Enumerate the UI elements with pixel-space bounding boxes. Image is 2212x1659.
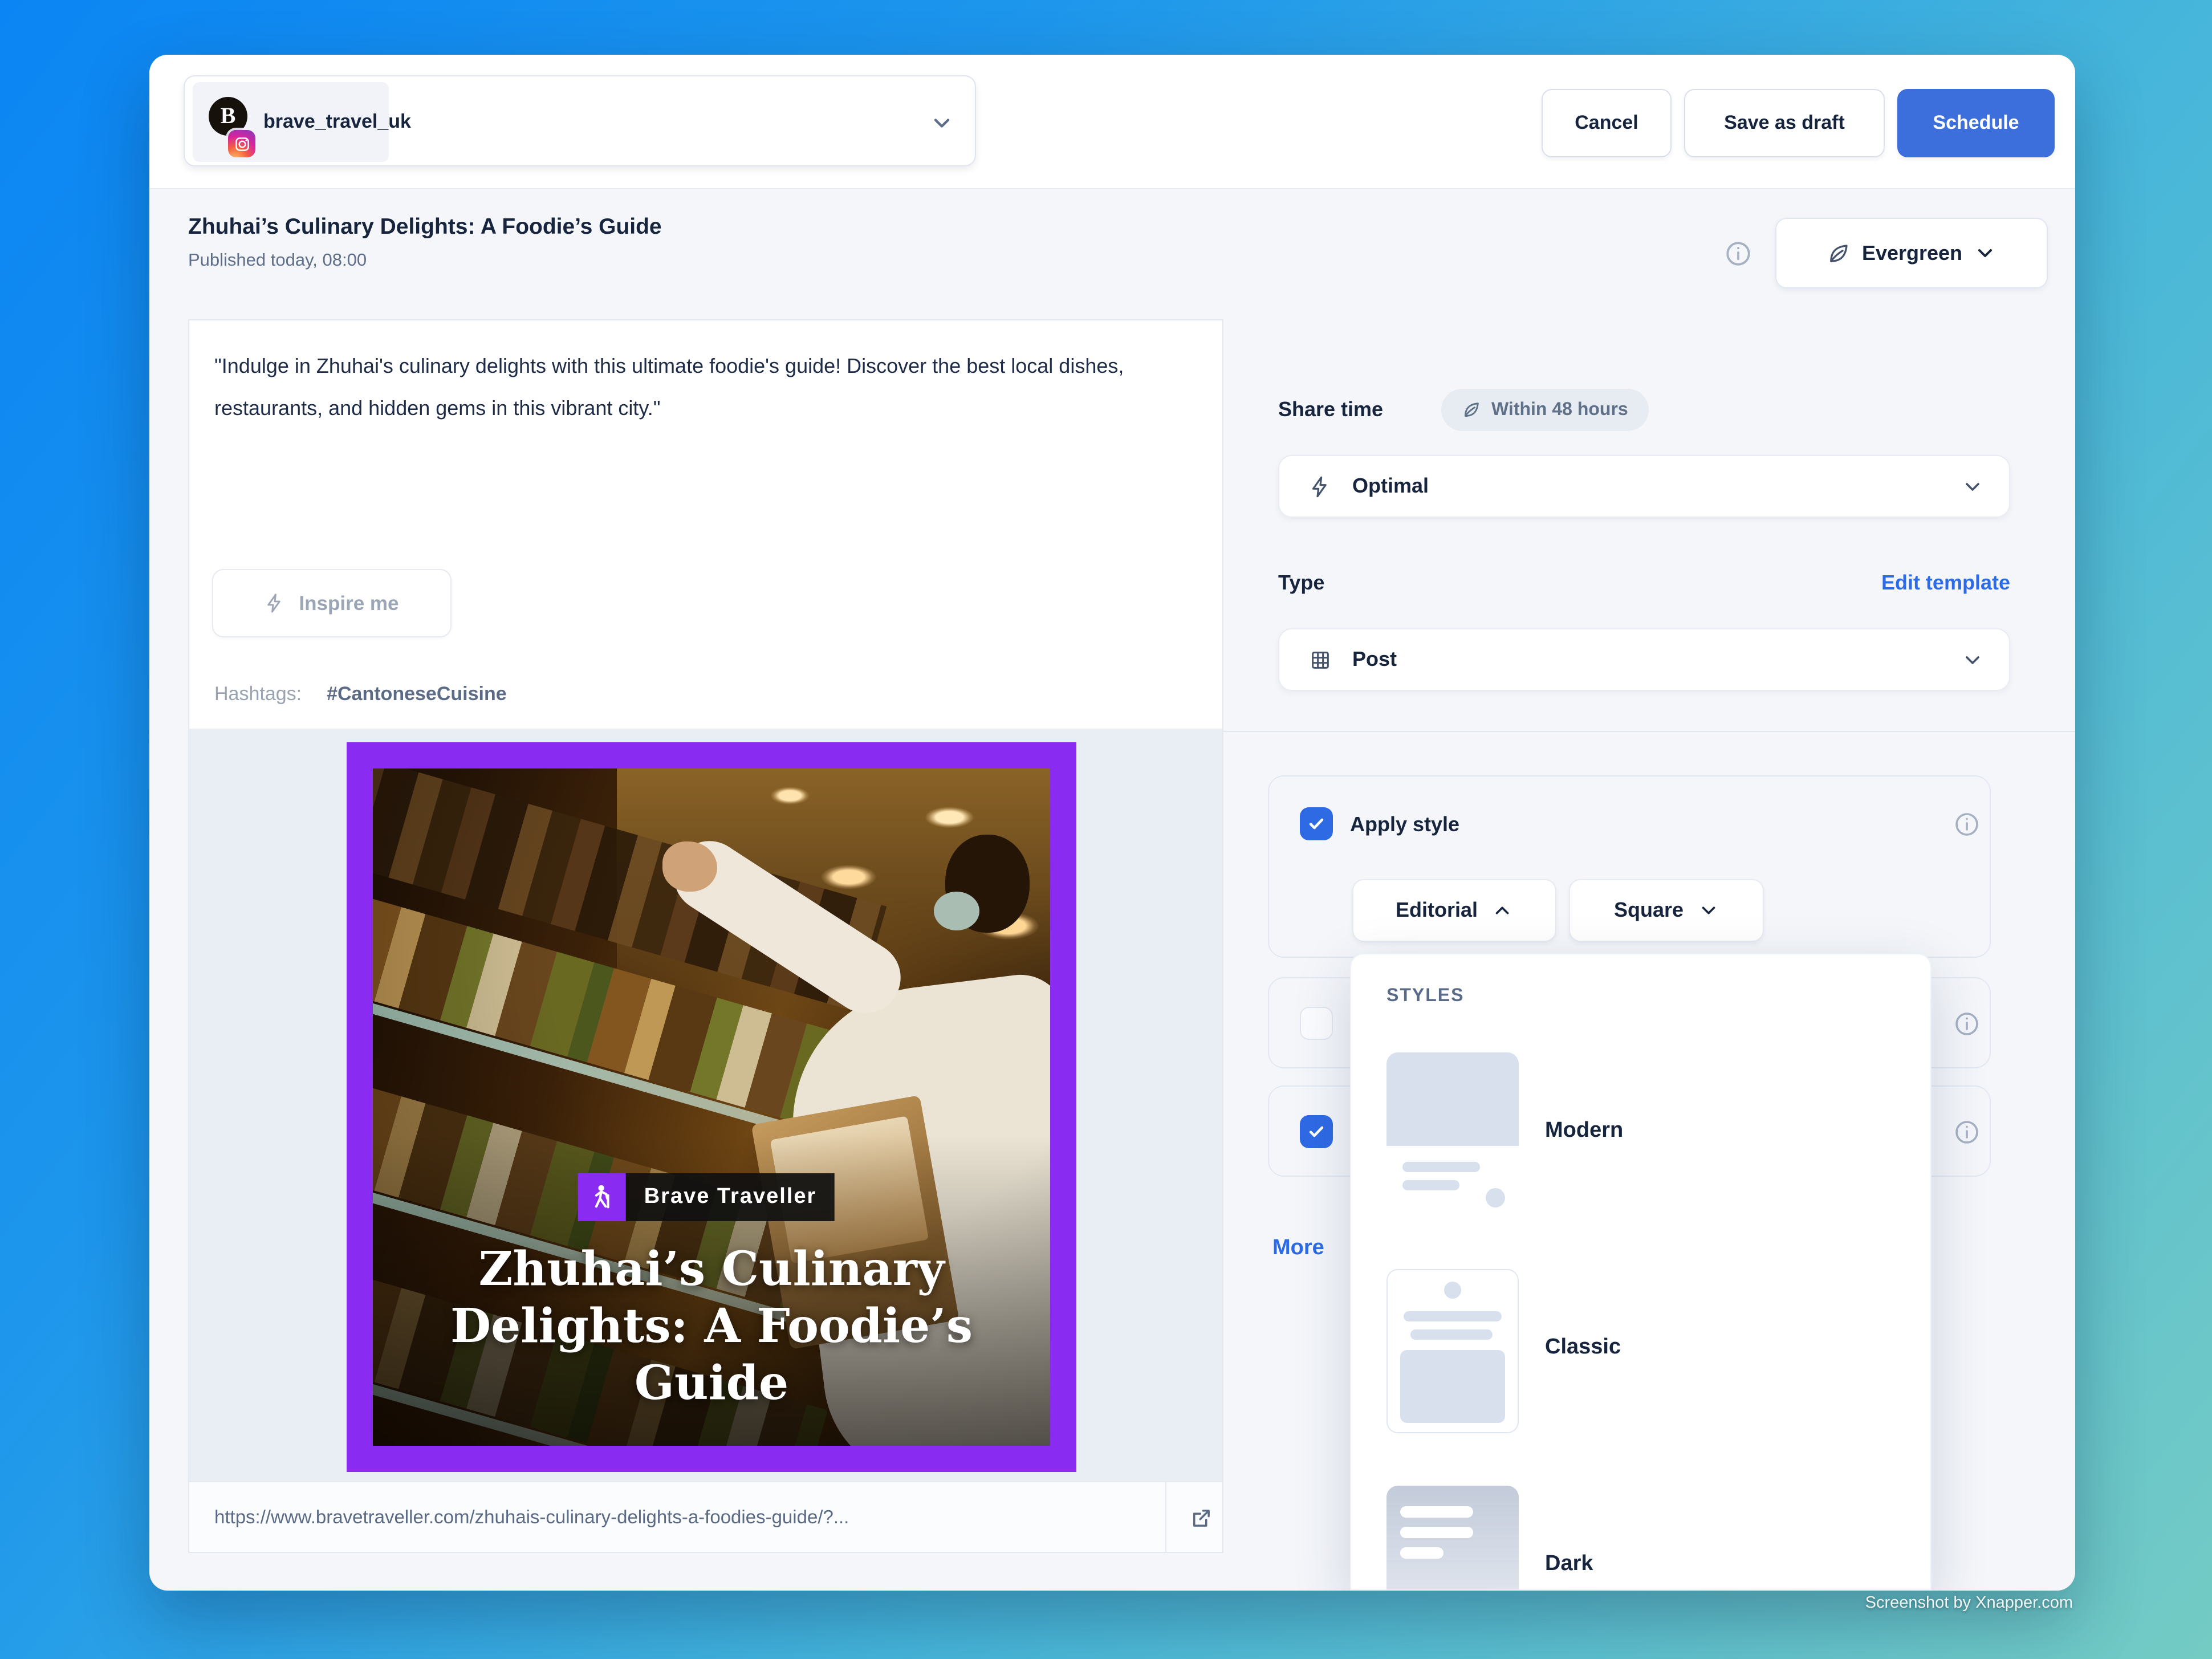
style-shape-dropdown[interactable]: Square — [1569, 879, 1764, 942]
chevron-down-icon — [1974, 242, 1997, 265]
info-icon[interactable] — [1953, 811, 1981, 838]
evergreen-label: Evergreen — [1862, 241, 1962, 265]
style-thumbnail — [1386, 1052, 1519, 1217]
info-icon[interactable] — [1953, 1119, 1981, 1146]
chevron-down-icon — [1961, 648, 1984, 671]
chevron-up-icon — [1491, 900, 1513, 921]
header-actions: Cancel Save as draft Schedule — [1542, 89, 2055, 157]
hashtag-value[interactable]: #CantoneseCuisine — [327, 683, 507, 706]
modal-header: B brave_travel_uk Cancel Save as draft — [149, 55, 2075, 189]
hiker-icon — [578, 1173, 626, 1221]
styles-heading: STYLES — [1386, 986, 1464, 1007]
chevron-down-icon — [1961, 475, 1984, 498]
caption-text[interactable]: "Indulge in Zhuhai's culinary delights w… — [214, 345, 1178, 430]
post-composer: "Indulge in Zhuhai's culinary delights w… — [188, 319, 1223, 1553]
type-label: Type — [1278, 571, 1324, 595]
post-url[interactable]: https://www.bravetraveller.com/zhuhais-c… — [214, 1482, 849, 1553]
style-option-classic[interactable]: Classic — [1351, 1269, 1930, 1486]
style-option-dark[interactable]: Dark — [1351, 1486, 1930, 1591]
info-icon[interactable] — [1953, 1010, 1981, 1038]
scheduler-modal: B brave_travel_uk Cancel Save as draft — [149, 55, 2075, 1591]
brand-badge-label: Brave Traveller — [626, 1173, 835, 1221]
lightning-icon — [265, 593, 285, 613]
watermark: Screenshot by Xnapper.com — [1865, 1594, 2073, 1612]
apply-style-card: Apply style Editorial Square — [1268, 775, 1991, 958]
hashtags-label: Hashtags: — [214, 683, 302, 706]
account-selector[interactable]: B brave_travel_uk — [184, 75, 976, 166]
hashtags-row: Hashtags: #CantoneseCuisine — [214, 683, 507, 706]
lightning-icon — [1309, 475, 1332, 498]
share-time-badge: Within 48 hours — [1441, 389, 1649, 431]
brand-badge: Brave Traveller — [578, 1173, 835, 1221]
check-icon — [1307, 814, 1326, 833]
divider — [1223, 731, 2075, 732]
type-dropdown[interactable]: Post — [1278, 628, 2010, 691]
image-preview-section: Brave Traveller Zhuhai’s Culinary Deligh… — [189, 729, 1222, 1483]
chevron-down-icon — [929, 111, 954, 136]
more-link[interactable]: More — [1272, 1236, 1324, 1261]
image-headline: Zhuhai’s Culinary Delights: A Foodie’s G… — [426, 1241, 997, 1412]
link-row: https://www.bravetraveller.com/zhuhais-c… — [189, 1481, 1222, 1552]
style-name-dropdown[interactable]: Editorial — [1352, 879, 1556, 942]
post-title: Zhuhai’s Culinary Delights: A Foodie’s G… — [188, 214, 662, 241]
style-option-modern[interactable]: Modern — [1351, 1052, 1930, 1269]
save-as-draft-button[interactable]: Save as draft — [1684, 89, 1885, 157]
account-chip: B brave_travel_uk — [193, 82, 389, 162]
schedule-button[interactable]: Schedule — [1897, 89, 2055, 157]
share-time-dropdown[interactable]: Optimal — [1278, 455, 2010, 518]
published-status: Published today, 08:00 — [188, 251, 367, 271]
share-time-label: Share time — [1278, 398, 1383, 422]
option-checkbox[interactable] — [1300, 1007, 1333, 1040]
leaf-icon — [1462, 400, 1481, 420]
desktop-background: B brave_travel_uk Cancel Save as draft — [0, 0, 2212, 1659]
grid-icon — [1309, 648, 1332, 671]
styles-popup: STYLES Modern Classic Dark — [1350, 953, 1932, 1591]
post-image[interactable]: Brave Traveller Zhuhai’s Culinary Deligh… — [347, 742, 1076, 1472]
external-link-icon[interactable] — [1177, 1482, 1225, 1553]
instagram-icon — [228, 130, 255, 157]
check-icon — [1307, 1122, 1326, 1141]
info-icon[interactable] — [1724, 239, 1752, 268]
cancel-button[interactable]: Cancel — [1542, 89, 1672, 157]
account-name: brave_travel_uk — [263, 82, 411, 162]
edit-template-link[interactable]: Edit template — [1881, 571, 2010, 595]
apply-style-checkbox[interactable] — [1300, 807, 1333, 840]
option-checkbox[interactable] — [1300, 1115, 1333, 1148]
apply-style-label: Apply style — [1350, 813, 1459, 837]
shop-photo: Brave Traveller Zhuhai’s Culinary Deligh… — [373, 768, 1050, 1446]
chevron-down-icon — [1697, 900, 1719, 921]
evergreen-dropdown[interactable]: Evergreen — [1775, 218, 2048, 288]
leaf-icon — [1827, 241, 1851, 265]
style-thumbnail — [1386, 1486, 1519, 1591]
inspire-me-button[interactable]: Inspire me — [212, 569, 452, 637]
style-thumbnail — [1386, 1269, 1519, 1433]
divider — [1165, 1482, 1166, 1553]
